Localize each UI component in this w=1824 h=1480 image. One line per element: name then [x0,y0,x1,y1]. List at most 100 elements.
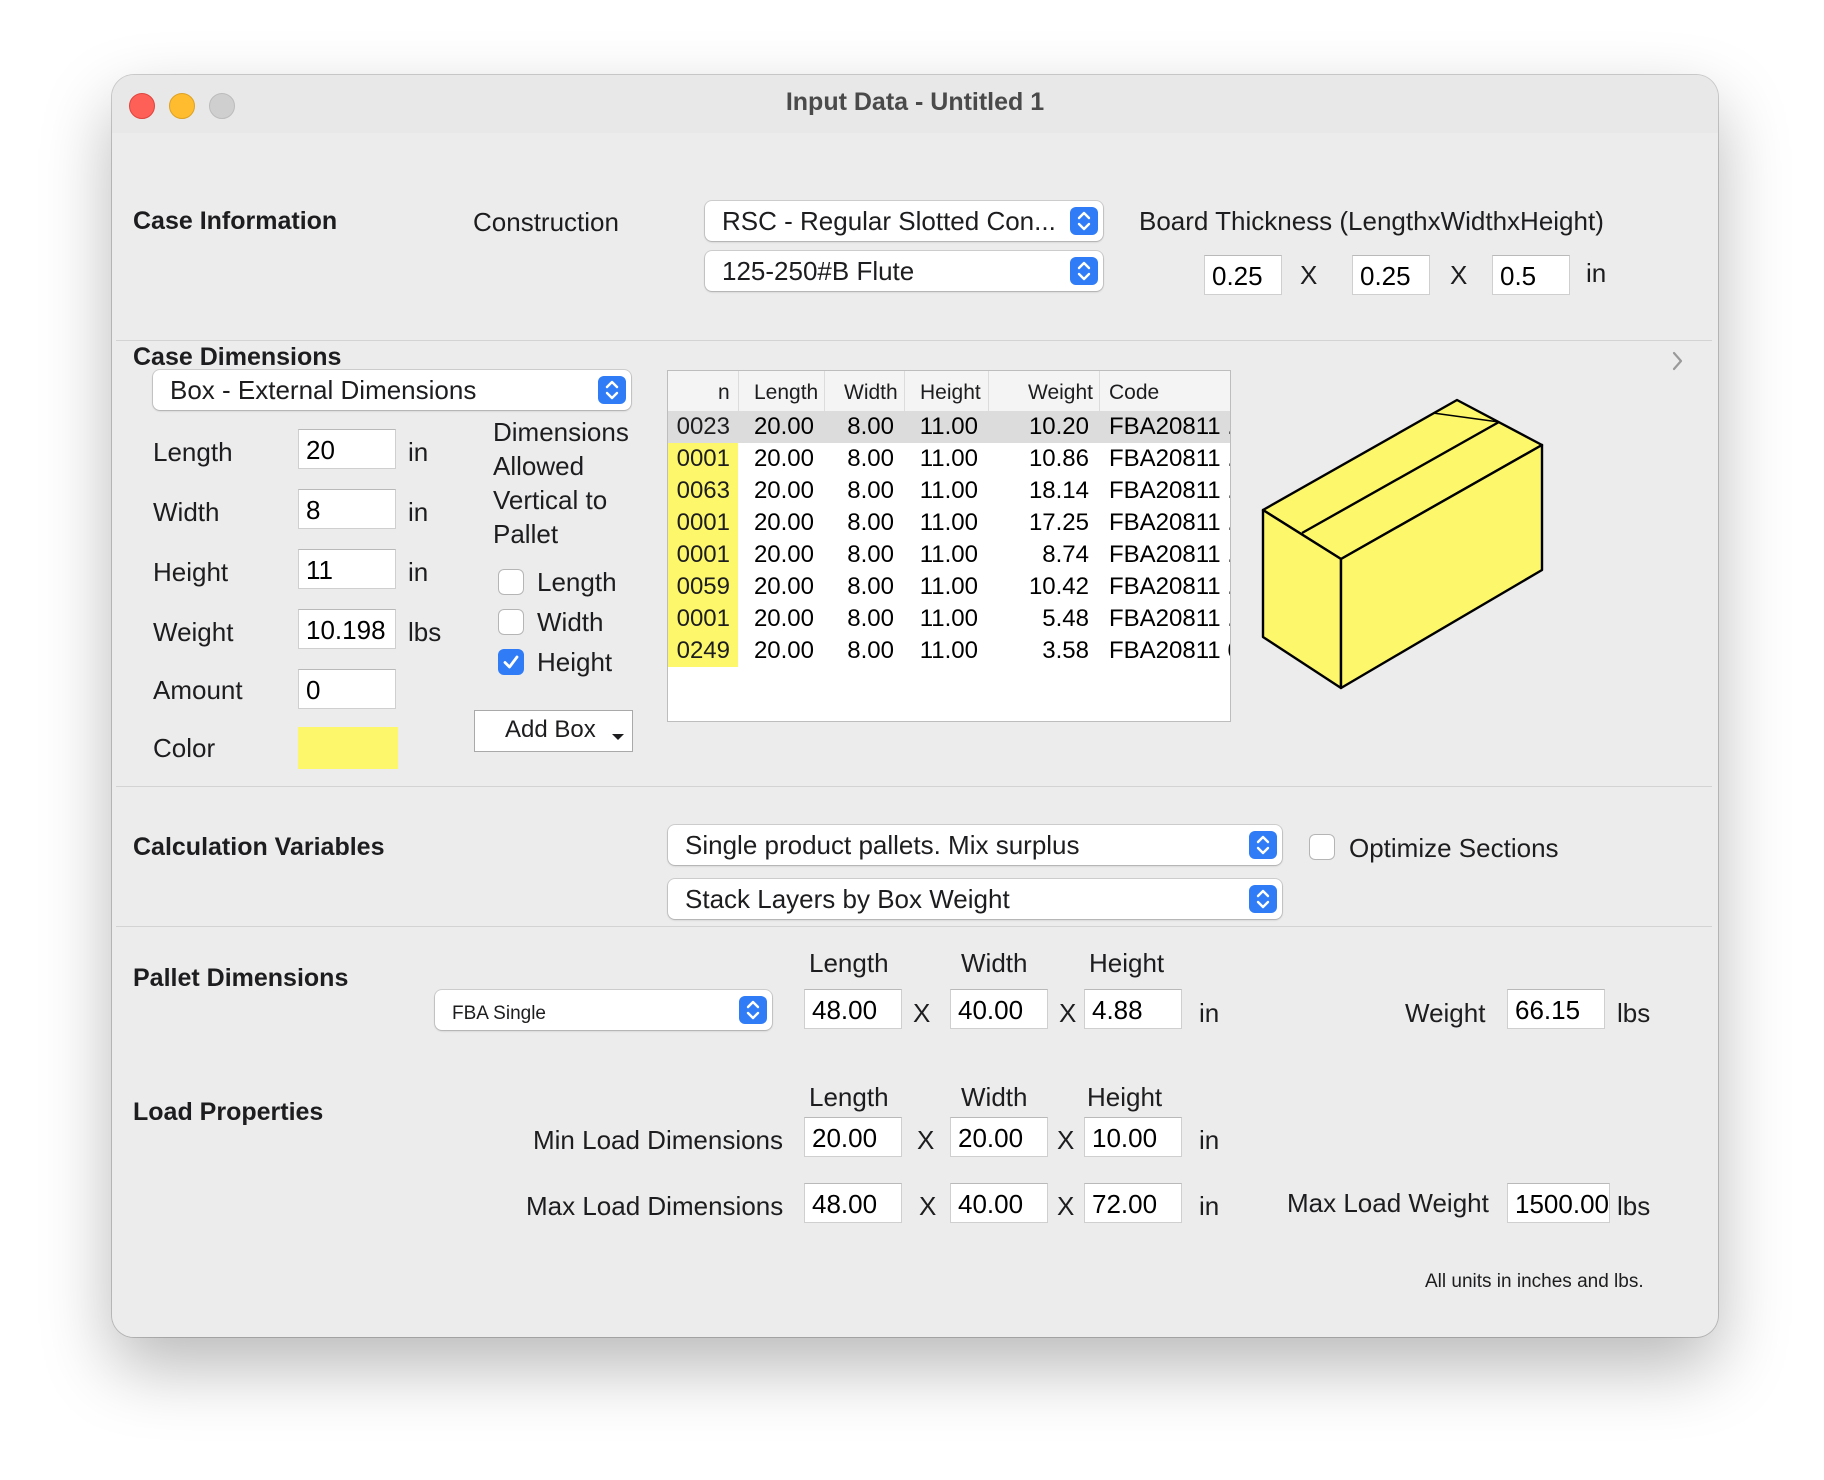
board-height-field[interactable]: 0.5 [1492,255,1570,295]
case-color-label: Color [153,733,216,763]
min-load-length-field[interactable]: 20.00 [804,1117,902,1157]
cell-code: FBA20811 .. [1109,605,1231,632]
case-amount-field[interactable]: 0 [298,669,396,709]
pallet-x-2: X [1059,998,1077,1028]
dimension-mode-popup[interactable]: Box - External Dimensions [153,370,631,410]
pallet-weight-unit: lbs [1617,998,1651,1028]
pallet-type-stepper-icon [739,996,767,1024]
case-length-label: Length [153,437,233,467]
min-load-unit: in [1199,1125,1220,1155]
board-length-field[interactable]: 0.25 [1204,255,1282,295]
stack-layers-popup[interactable]: Stack Layers by Box Weight [668,879,1282,919]
cell-n-highlight: 0059 [668,571,738,603]
pallet-length-field[interactable]: 48.00 [804,989,902,1029]
cell-length: 20.00 [753,541,814,568]
board-x-1: X [1300,260,1318,290]
cell-length: 20.00 [753,509,814,536]
table-row[interactable]: 0063 20.00 8.00 11.00 18.14 FBA20811 .. [668,475,1230,507]
case-dimensions-heading: Case Dimensions [133,343,342,371]
max-load-weight-unit: lbs [1617,1191,1651,1221]
flute-popup[interactable]: 125-250#B Flute [705,251,1103,291]
cell-height: 11.00 [919,413,978,440]
table-row[interactable]: 0023 20.00 8.00 11.00 10.20 FBA20811 .. [668,411,1230,443]
title-bar[interactable]: Input Data - Untitled 1 [112,75,1718,134]
vertical-height-checkbox[interactable] [498,649,524,675]
col-header-weight[interactable]: Weight [1028,381,1093,405]
case-length-field[interactable]: 20 [298,429,396,469]
cell-code: FBA20811 .. [1109,509,1231,536]
case-color-well[interactable] [298,727,398,769]
pallet-mode-stepper-icon [1249,831,1277,859]
cell-width: 8.00 [847,573,894,600]
col-divider [904,371,905,411]
pallet-type-popup[interactable]: FBA Single [435,990,772,1030]
divider-1 [116,340,1712,341]
cell-length: 20.00 [753,413,814,440]
max-load-width-field[interactable]: 40.00 [950,1183,1048,1223]
cell-height: 11.00 [919,605,978,632]
add-box-button[interactable]: Add Box [474,710,633,752]
cell-code: FBA20811 .. [1109,445,1231,472]
cell-code: FBA20811 .. [1109,413,1231,440]
board-width-field[interactable]: 0.25 [1352,255,1430,295]
vertical-length-checkbox[interactable] [498,569,524,595]
min-load-width-field[interactable]: 20.00 [950,1117,1048,1157]
cell-code: FBA20811 6 [1109,637,1231,664]
case-width-field[interactable]: 8 [298,489,396,529]
max-load-weight-label: Max Load Weight [1287,1188,1489,1218]
cell-code: FBA20811 .. [1109,541,1231,568]
chevron-right-icon[interactable] [1671,350,1685,372]
col-header-length[interactable]: Length [754,381,818,405]
cell-n: 0059 [676,573,730,600]
cell-width: 8.00 [847,541,894,568]
vertical-width-checkbox[interactable] [498,609,524,635]
max-load-weight-field[interactable]: 1500.00 [1507,1183,1610,1223]
table-row[interactable]: 0249 20.00 8.00 11.00 3.58 FBA20811 6 [668,635,1230,667]
min-load-height-field[interactable]: 10.00 [1084,1117,1182,1157]
pallet-mode-popup[interactable]: Single product pallets. Mix surplus [668,825,1282,865]
cell-height: 11.00 [919,637,978,664]
case-height-label: Height [153,557,229,587]
cell-n-highlight: 0249 [668,635,738,667]
add-box-label: Add Box [505,716,596,743]
col-header-n[interactable]: n [718,381,730,405]
pallet-type-value: FBA Single [452,1003,546,1024]
case-height-field[interactable]: 11 [298,549,396,589]
max-load-height-field[interactable]: 72.00 [1084,1183,1182,1223]
case-weight-field[interactable]: 10.198 [298,609,396,649]
stack-layers-value: Stack Layers by Box Weight [685,884,1010,914]
flute-popup-stepper-icon [1070,257,1098,285]
cell-n: 0001 [676,541,730,568]
min-x-1: X [917,1125,935,1155]
cell-weight: 17.25 [1028,509,1089,536]
case-information-heading: Case Information [133,207,338,235]
case-length-unit: in [408,437,429,467]
cell-width: 8.00 [847,605,894,632]
optimize-sections-label: Optimize Sections [1349,833,1559,863]
table-row[interactable]: 0001 20.00 8.00 11.00 17.25 FBA20811 .. [668,507,1230,539]
col-header-width[interactable]: Width [844,381,898,405]
vertical-text-line-3: Vertical to [493,485,608,515]
box-list-table[interactable]: n Length Width Height Weight Code 0023 20… [667,370,1231,722]
optimize-sections-checkbox[interactable] [1309,834,1335,860]
cell-n: 0023 [676,413,730,440]
col-header-height[interactable]: Height [920,381,981,405]
table-row[interactable]: 0059 20.00 8.00 11.00 10.42 FBA20811 .. [668,571,1230,603]
table-row[interactable]: 0001 20.00 8.00 11.00 8.74 FBA20811 .. [668,539,1230,571]
construction-popup[interactable]: RSC - Regular Slotted Con... [705,201,1103,241]
cell-weight: 18.14 [1028,477,1089,504]
case-weight-unit: lbs [408,617,442,647]
col-header-code[interactable]: Code [1109,381,1159,405]
pallet-height-field[interactable]: 4.88 [1084,989,1182,1029]
pallet-weight-field[interactable]: 66.15 [1507,989,1605,1029]
table-row[interactable]: 0001 20.00 8.00 11.00 5.48 FBA20811 .. [668,603,1230,635]
table-row[interactable]: 0001 20.00 8.00 11.00 10.86 FBA20811 .. [668,443,1230,475]
max-load-length-field[interactable]: 48.00 [804,1183,902,1223]
cell-length: 20.00 [753,445,814,472]
cell-n: 0001 [676,605,730,632]
divider-3 [116,926,1712,927]
vertical-text-line-2: Allowed [493,451,585,481]
table-header: n Length Width Height Weight Code [668,371,1230,412]
cell-weight: 10.20 [1028,413,1089,440]
pallet-width-field[interactable]: 40.00 [950,989,1048,1029]
